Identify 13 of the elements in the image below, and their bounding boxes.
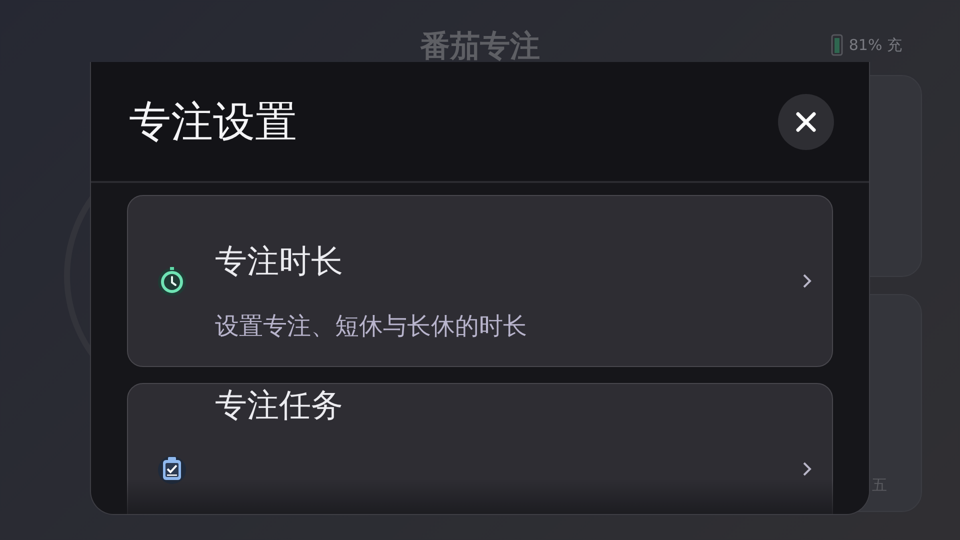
clock-icon bbox=[157, 265, 187, 297]
item-title: 专注时长 bbox=[215, 241, 344, 282]
dialog-title: 专注设置 bbox=[129, 96, 297, 148]
settings-item[interactable]: 专注时长 设置专注、短休与长休的时长 bbox=[127, 195, 833, 367]
item-title: 专注任务 bbox=[215, 385, 344, 426]
chevron-icon bbox=[802, 461, 812, 477]
battery-icon bbox=[830, 34, 843, 56]
chevron-icon bbox=[802, 273, 812, 289]
battery-status: 81% 充 bbox=[848, 36, 902, 54]
clipboard-check-icon bbox=[157, 453, 187, 485]
settings-item[interactable]: 专注任务 bbox=[127, 383, 833, 514]
close-icon bbox=[795, 110, 817, 132]
item-description: 设置专注、短休与长休的时长 bbox=[215, 311, 528, 342]
